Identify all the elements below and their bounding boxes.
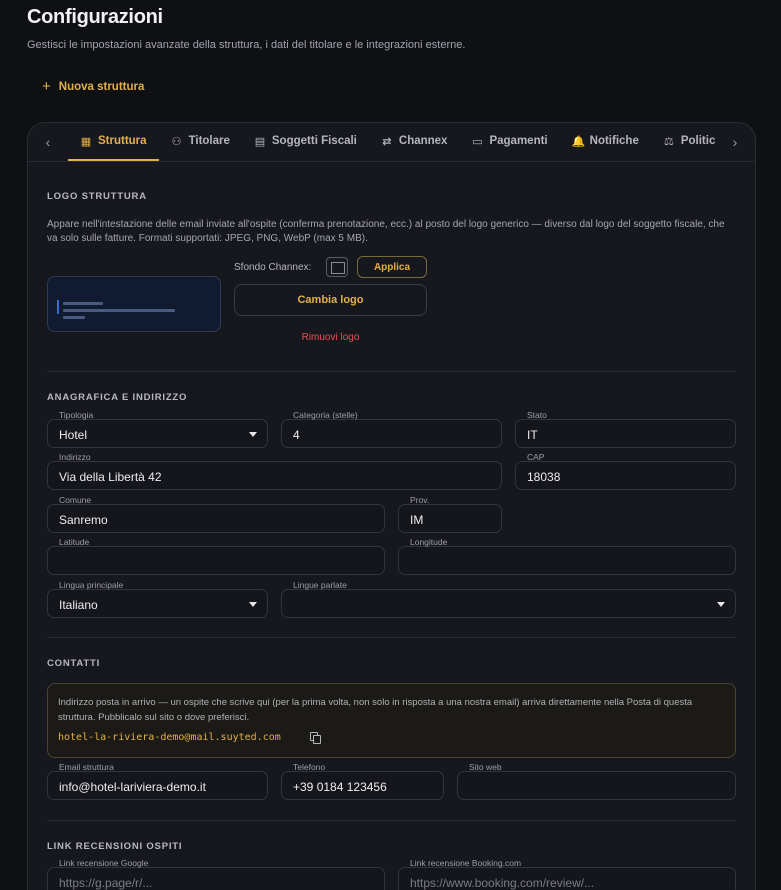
divider [47, 637, 736, 638]
booking-review-label: Link recensione Booking.com [410, 858, 522, 868]
lingue-parlate-select[interactable]: Lingue parlate [281, 580, 736, 618]
indirizzo-label: Indirizzo [59, 452, 91, 462]
tab-notifiche[interactable]: 🔔 Notifiche [560, 123, 651, 161]
tabs-scroll-right-icon[interactable]: › [715, 123, 755, 161]
lingue-parlate-label: Lingue parlate [293, 580, 347, 590]
phone-label: Telefono [293, 762, 326, 772]
section-title-logo: LOGO STRUTTURA [47, 191, 147, 202]
inbox-email: hotel-la-riviera-demo@mail.suyted.com [58, 732, 281, 743]
booking-review-input[interactable]: Link recensione Booking.com https://www.… [398, 858, 736, 890]
change-logo-button[interactable]: Cambia logo [234, 284, 427, 316]
tab-pagamenti[interactable]: ▭ Pagamenti [459, 123, 559, 161]
website-label: Sito web [469, 762, 502, 772]
tab-politic[interactable]: ⚖ Politic [651, 123, 715, 161]
inbox-address-box: Indirizzo posta in arrivo — un ospite ch… [47, 683, 736, 758]
lingua-principale-select[interactable]: Lingua principale Italiano [47, 580, 268, 618]
tab-label: Notifiche [589, 135, 639, 147]
tab-label: Pagamenti [489, 135, 548, 147]
inbox-description: Indirizzo posta in arrivo — un ospite ch… [58, 697, 693, 723]
divider [47, 820, 736, 821]
latitude-input[interactable]: Latitude [47, 537, 385, 575]
new-structure-label: Nuova struttura [58, 80, 145, 93]
tab-label: Struttura [98, 135, 147, 147]
cap-label: CAP [527, 452, 545, 462]
remove-logo-button[interactable]: Rimuovi logo [234, 332, 427, 343]
plus-icon: + [42, 78, 51, 95]
tab-bar: ‹ ▦ Struttura ⚇ Titolare ▤ Soggetti Fiscali ⇄ C… [28, 123, 755, 162]
credit-card-icon: ▭ [472, 135, 483, 148]
chevron-down-icon [717, 602, 725, 607]
section-title-contacts: CONTATTI [47, 658, 101, 669]
settings-card: ‹ ▦ Struttura ⚇ Titolare ▤ Soggetti Fiscali ⇄ C… [27, 122, 756, 890]
stato-value: IT [527, 428, 538, 442]
page-subtitle: Gestisci le impostazioni avanzate della … [27, 39, 466, 51]
tabs-scroll-left-icon[interactable]: ‹ [28, 123, 68, 161]
cap-input[interactable]: CAP 18038 [515, 452, 736, 490]
section-title-registry: ANAGRAFICA E INDIRIZZO [47, 392, 188, 403]
background-label: Sfondo Channex: [234, 262, 312, 273]
tab-strip: ▦ Struttura ⚇ Titolare ▤ Soggetti Fiscali ⇄ Cha… [68, 123, 715, 161]
tab-channex[interactable]: ⇄ Channex [369, 123, 460, 161]
stato-input[interactable]: Stato IT [515, 410, 736, 448]
tab-label: Politic [680, 135, 715, 147]
comune-label: Comune [59, 495, 92, 505]
divider [47, 371, 736, 372]
google-review-placeholder: https://g.page/r/... [59, 876, 153, 890]
website-field[interactable]: Sito web [457, 762, 736, 800]
apply-button[interactable]: Applica [357, 256, 427, 278]
user-icon: ⚇ [171, 135, 182, 148]
tab-struttura[interactable]: ▦ Struttura [68, 123, 159, 161]
tipologia-value: Hotel [59, 428, 88, 442]
tab-titolare[interactable]: ⚇ Titolare [159, 123, 242, 161]
latitude-label: Latitude [59, 537, 90, 547]
swap-icon: ⇄ [382, 135, 392, 148]
prov-value: IM [410, 513, 424, 527]
bell-icon: 🔔 [571, 135, 586, 148]
page-title: Configurazioni [27, 6, 163, 28]
email-field[interactable]: Email struttura info@hotel-lariviera-dem… [47, 762, 268, 800]
copy-icon[interactable] [310, 732, 322, 745]
chevron-down-icon [249, 602, 257, 607]
prov-input[interactable]: Prov. IM [398, 495, 502, 533]
comune-value: Sanremo [59, 513, 108, 527]
tipologia-select[interactable]: Tipologia Hotel [47, 410, 268, 448]
phone-field[interactable]: Telefono +39 0184 123456 [281, 762, 444, 800]
receipt-icon: ▤ [254, 135, 266, 148]
tab-soggetti-fiscali[interactable]: ▤ Soggetti Fiscali [242, 123, 369, 161]
categoria-input[interactable]: Categoria (stelle) 4 [281, 410, 502, 448]
longitude-label: Longitude [410, 537, 448, 547]
tab-label: Titolare [188, 135, 230, 147]
email-label: Email struttura [59, 762, 114, 772]
google-review-label: Link recensione Google [59, 858, 149, 868]
phone-value: +39 0184 123456 [293, 780, 387, 794]
indirizzo-input[interactable]: Indirizzo Via della Libertà 42 [47, 452, 502, 490]
booking-review-placeholder: https://www.booking.com/review/... [410, 876, 595, 890]
chevron-down-icon [249, 432, 257, 437]
comune-input[interactable]: Comune Sanremo [47, 495, 385, 533]
categoria-value: 4 [293, 428, 300, 442]
longitude-input[interactable]: Longitude [398, 537, 736, 575]
prov-label: Prov. [410, 495, 430, 505]
building-icon: ▦ [80, 135, 92, 148]
tipologia-label: Tipologia [59, 410, 94, 420]
tab-label: Soggetti Fiscali [271, 135, 357, 147]
tab-label: Channex [398, 135, 448, 147]
section-title-reviews: LINK RECENSIONI OSPITI [47, 841, 183, 852]
categoria-label: Categoria (stelle) [293, 410, 358, 420]
logo-preview [47, 276, 221, 332]
cap-value: 18038 [527, 470, 561, 484]
logo-description: Appare nell'intestazione delle email inv… [47, 219, 725, 244]
lingua-principale-value: Italiano [59, 598, 98, 612]
google-review-input[interactable]: Link recensione Google https://g.page/r/… [47, 858, 385, 890]
indirizzo-value: Via della Libertà 42 [59, 470, 162, 484]
gavel-icon: ⚖ [663, 135, 674, 148]
stato-label: Stato [527, 410, 547, 420]
email-value: info@hotel-lariviera-demo.it [59, 780, 206, 794]
new-structure-button[interactable]: + Nuova struttura [42, 79, 144, 94]
lingua-principale-label: Lingua principale [59, 580, 124, 590]
background-color-picker[interactable] [326, 257, 348, 277]
